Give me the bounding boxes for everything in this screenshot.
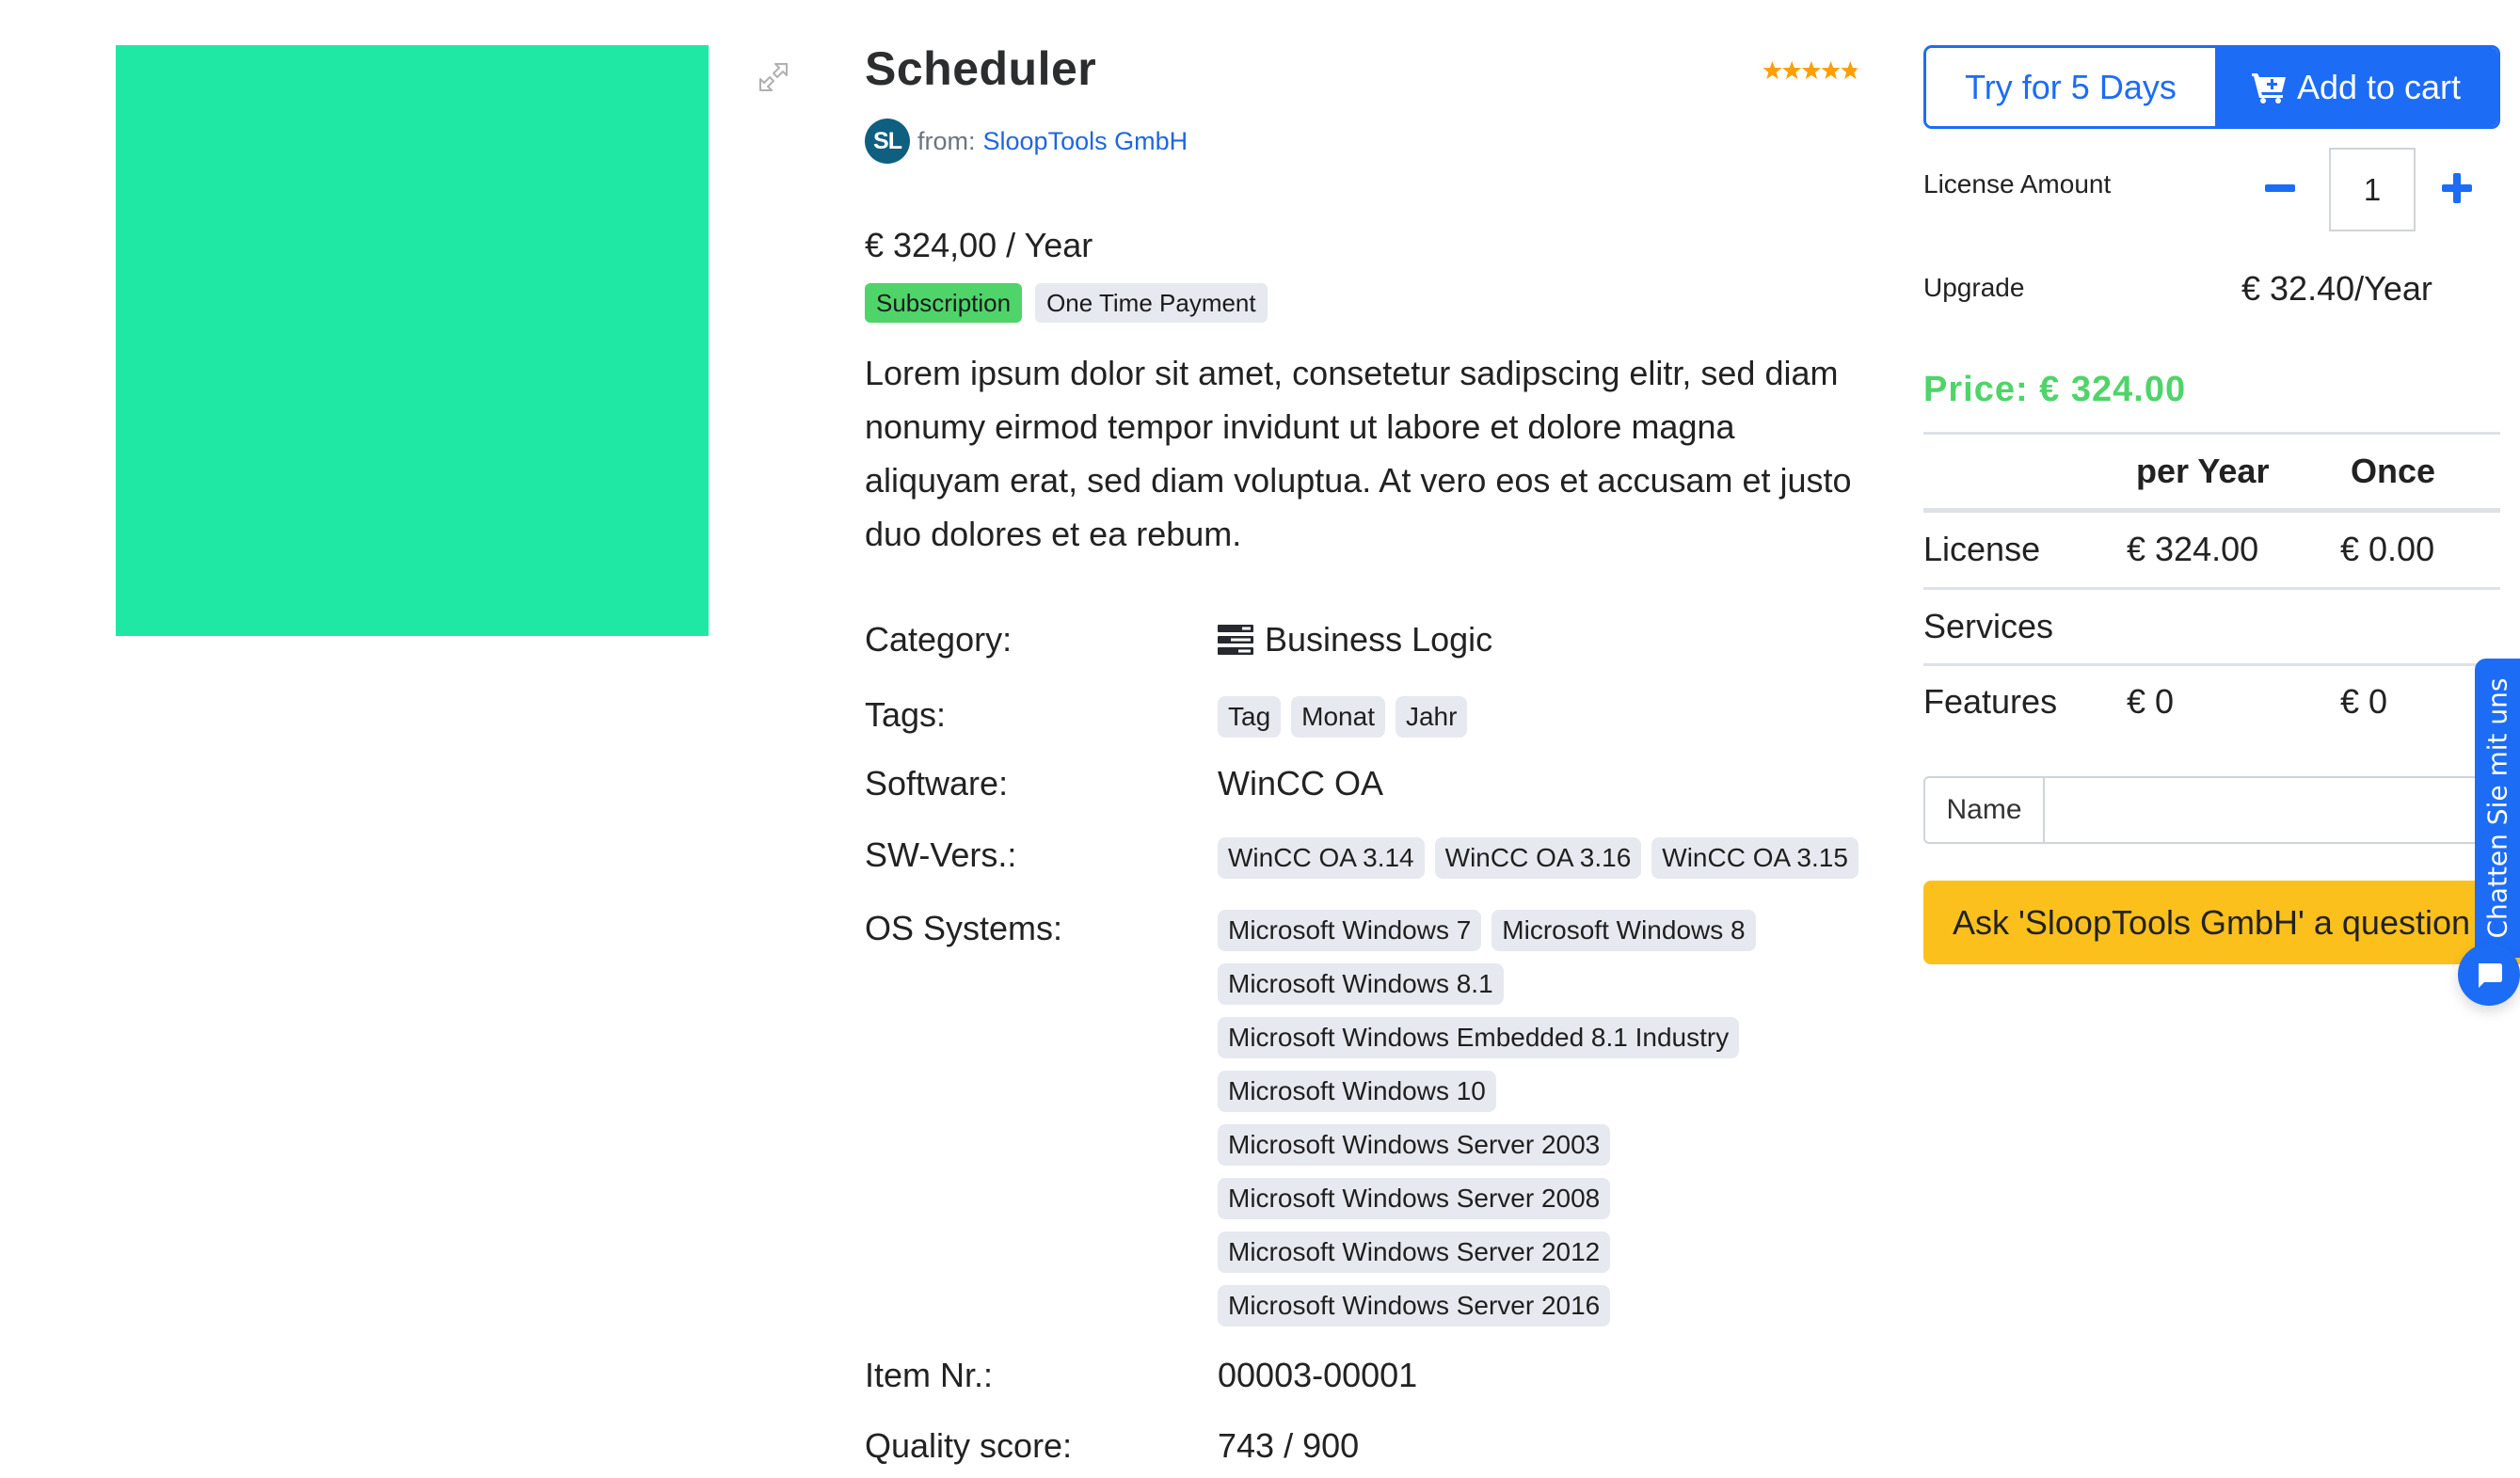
table-header-divider <box>1923 508 2500 513</box>
star-filled <box>1801 61 1821 79</box>
increase-quantity-button[interactable] <box>2442 173 2472 203</box>
os-row: Microsoft Windows 7 Microsoft Windows 8 <box>1218 903 1766 957</box>
table-header-once: Once <box>2351 452 2436 490</box>
os-row: Microsoft Windows 10 <box>1218 1064 1766 1118</box>
tags-label: Tags: <box>865 695 947 734</box>
software-label: Software: <box>865 764 1009 803</box>
table-cell-once: € 0 <box>2340 682 2388 721</box>
sw-version-chip: WinCC OA 3.14 <box>1218 836 1425 879</box>
chat-bubble-button[interactable] <box>2458 944 2520 1006</box>
chat-bubble-icon <box>2479 963 2502 988</box>
vendor-avatar: SL <box>865 119 910 164</box>
quality-score-label: Quality score: <box>865 1426 1073 1465</box>
license-quantity-input[interactable] <box>2329 148 2416 231</box>
sw-versions-label: SW-Vers.: <box>865 835 1017 874</box>
tags-list: Tag Monat Jahr <box>1218 690 1477 743</box>
decrease-quantity-button[interactable] <box>2263 179 2297 198</box>
payment-badge-subscription[interactable]: Subscription <box>865 283 1023 323</box>
category-label: Category: <box>865 620 1013 659</box>
sw-version-chip: WinCC OA 3.15 <box>1651 836 1858 879</box>
star-filled <box>1782 61 1802 79</box>
software-value: WinCC OA <box>1218 764 1384 803</box>
category-name: Business Logic <box>1265 620 1493 659</box>
product-description: Lorem ipsum dolor sit amet, consetetur s… <box>865 354 1852 553</box>
total-price: Price: € 324.00 <box>1923 370 2187 409</box>
star-rating <box>1762 60 1860 81</box>
server-stack-icon <box>1218 625 1253 655</box>
table-cell-per-year: € 324.00 <box>2127 530 2259 568</box>
try-button[interactable]: Try for 5 Days <box>1926 48 2215 126</box>
sw-version-chip: WinCC OA 3.16 <box>1434 836 1642 879</box>
product-title: Scheduler <box>865 42 1097 95</box>
name-label: Name <box>1925 778 2045 842</box>
star-filled <box>1762 61 1782 79</box>
os-systems-label: OS Systems: <box>865 909 1063 947</box>
chat-tab-label: Chatten Sie mit uns <box>2481 677 2513 939</box>
expand-arrows-icon <box>759 63 788 91</box>
tag-chip[interactable]: Tag <box>1218 695 1282 738</box>
vendor-info: SL from: SloopTools GmbH <box>865 119 1188 164</box>
minus-icon <box>2265 184 2295 192</box>
name-input[interactable] <box>2045 778 2518 842</box>
table-row-label: Services <box>1923 607 2054 645</box>
name-input-group: Name <box>1923 776 2520 844</box>
chat-tab[interactable]: Chatten Sie mit uns <box>2475 659 2520 958</box>
table-top-divider <box>1923 432 2500 435</box>
price-per-year: € 324,00 / Year <box>865 226 1093 264</box>
payment-badge-one-time[interactable]: One Time Payment <box>1035 283 1268 323</box>
from-label: from: <box>917 126 976 155</box>
expand-image-button[interactable] <box>755 58 792 96</box>
os-chip: Microsoft Windows Server 2003 <box>1218 1123 1611 1166</box>
add-to-cart-button[interactable]: Add to cart <box>2215 48 2497 126</box>
table-cell-per-year: € 0 <box>2127 682 2175 721</box>
os-chip: Microsoft Windows 7 <box>1218 909 1482 951</box>
os-chip: Microsoft Windows 8 <box>1491 909 1756 951</box>
os-row: Microsoft Windows Embedded 8.1 Industry <box>1218 1010 1766 1064</box>
item-nr-value: 00003-00001 <box>1218 1356 1418 1394</box>
add-to-cart-label: Add to cart <box>2296 67 2462 106</box>
os-systems-list: Microsoft Windows 7 Microsoft Windows 8 … <box>1218 903 1766 1332</box>
tag-chip[interactable]: Jahr <box>1395 695 1468 738</box>
product-image <box>116 45 709 723</box>
vendor-link[interactable]: SloopTools GmbH <box>983 127 1188 156</box>
cart-plus-icon <box>2251 72 2286 103</box>
sw-versions-list: WinCC OA 3.14 WinCC OA 3.16 WinCC OA 3.1… <box>1218 831 1869 884</box>
table-row-label: License <box>1923 530 2041 568</box>
os-chip: Microsoft Windows Server 2008 <box>1218 1177 1611 1219</box>
quality-score-value: 743 / 900 <box>1218 1426 1360 1465</box>
os-chip: Microsoft Windows Embedded 8.1 Industry <box>1218 1016 1740 1058</box>
license-amount-label: License Amount <box>1923 169 2112 199</box>
category-value[interactable]: Business Logic <box>1218 620 1492 660</box>
os-row: Microsoft Windows 8.1 <box>1218 957 1766 1010</box>
os-row: Microsoft Windows Server 2003 <box>1218 1118 1766 1171</box>
table-cell-once: € 0.00 <box>2340 530 2435 568</box>
os-row: Microsoft Windows Server 2016 <box>1218 1279 1766 1332</box>
table-row-label: Features <box>1923 682 2058 721</box>
table-row-divider <box>1923 587 2500 590</box>
os-row: Microsoft Windows Server 2012 <box>1218 1225 1766 1279</box>
os-chip: Microsoft Windows 10 <box>1218 1070 1496 1112</box>
upgrade-price: € 32.40/Year <box>2241 269 2432 308</box>
table-row-divider <box>1923 663 2500 666</box>
os-chip: Microsoft Windows Server 2016 <box>1218 1284 1611 1327</box>
os-chip: Microsoft Windows 8.1 <box>1218 962 1504 1005</box>
plus-icon <box>2442 173 2472 203</box>
payment-type-badges: Subscription One Time Payment <box>865 283 1268 323</box>
ask-question-button[interactable]: Ask 'SloopTools GmbH' a question <box>1923 881 2520 964</box>
os-chip: Microsoft Windows Server 2012 <box>1218 1231 1611 1273</box>
star-filled <box>1821 61 1841 79</box>
purchase-button-group: Try for 5 Days Add to cart <box>1923 45 2500 129</box>
table-header-per-year: per Year <box>2136 452 2270 490</box>
os-row: Microsoft Windows Server 2008 <box>1218 1171 1766 1225</box>
tag-chip[interactable]: Monat <box>1291 695 1385 738</box>
item-nr-label: Item Nr.: <box>865 1356 994 1394</box>
upgrade-label: Upgrade <box>1923 273 2025 302</box>
